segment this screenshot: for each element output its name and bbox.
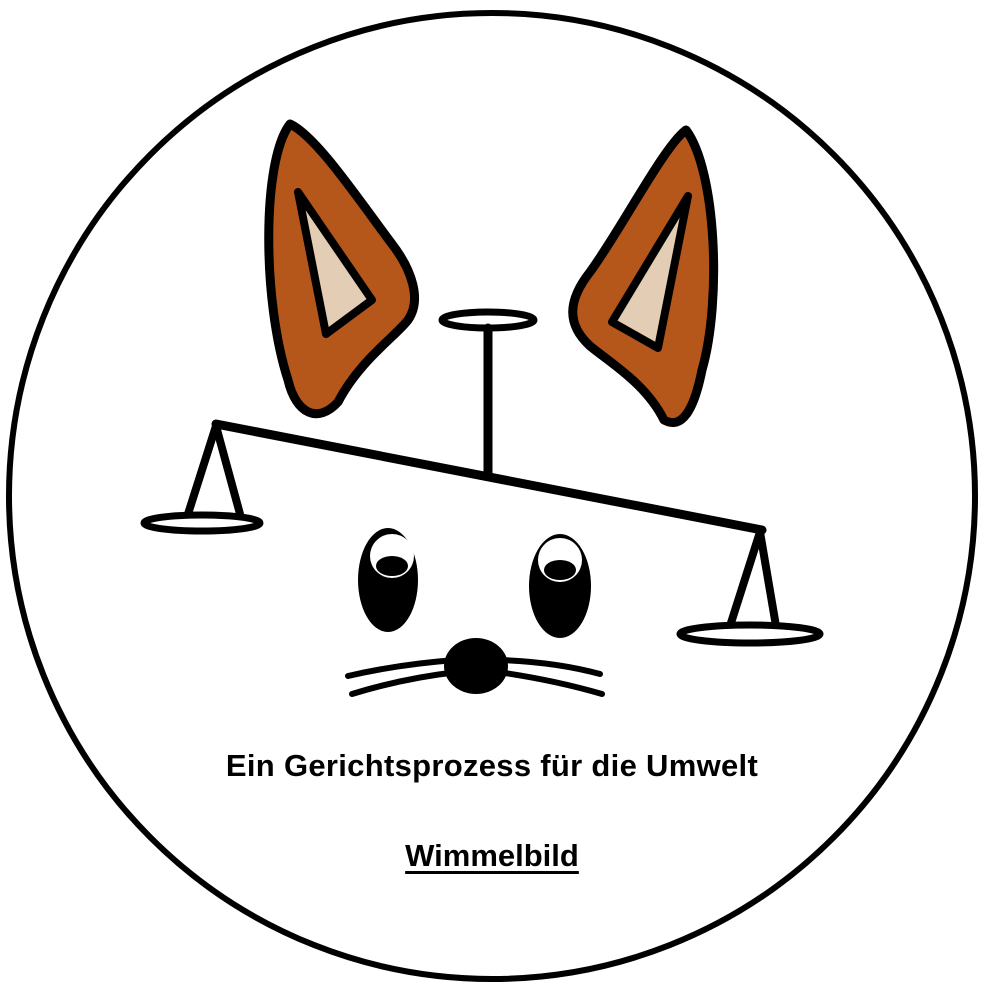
emblem-stage: Ein Gerichtsprozess für die Umwelt Wimme… <box>0 0 984 984</box>
emblem-title: Ein Gerichtsprozess für die Umwelt <box>225 748 759 783</box>
fox-eye-icon <box>358 528 418 632</box>
emblem-graphic <box>6 10 978 982</box>
outer-circle <box>6 10 978 982</box>
fox-eye-icon <box>529 534 591 638</box>
fox-nose-icon <box>444 638 508 694</box>
emblem-subtitle: Wimmelbild <box>405 838 579 873</box>
